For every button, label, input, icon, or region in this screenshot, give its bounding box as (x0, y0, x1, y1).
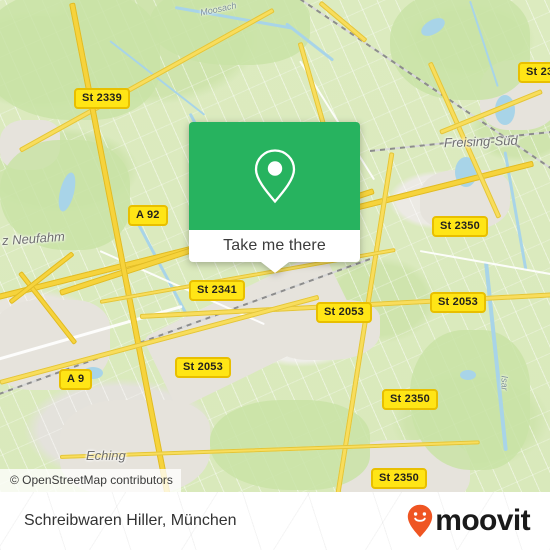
footer-bar: Schreibwaren Hiller, München moovit (0, 492, 550, 550)
take-me-there-label: Take me there (223, 237, 326, 254)
map-canvas[interactable]: St 2339 A 92 St 2341 St 2053 St 2053 St 2053 S… (0, 0, 550, 492)
popup-header (189, 122, 360, 230)
road-shield: A 9 (59, 369, 93, 390)
moovit-logo[interactable]: moovit (407, 504, 531, 538)
road-shield: St 2053 (316, 302, 372, 323)
road-shield: St 23 (518, 62, 550, 83)
moovit-pin-smiley-icon (408, 504, 433, 538)
popup-tail (260, 262, 289, 273)
road-shield: St 2350 (432, 216, 488, 237)
map-place-label: Freising-Süd (443, 132, 518, 151)
moovit-wordmark: moovit (435, 504, 530, 537)
road-shield: St 2350 (382, 389, 438, 410)
map-water-label: Isar (499, 375, 510, 391)
map-forest-area (390, 0, 530, 100)
road-shield: St 2053 (175, 357, 231, 378)
road-shield: St 2350 (371, 468, 427, 489)
road-shield: St 2341 (189, 280, 245, 301)
osm-attribution[interactable]: © OpenStreetMap contributors (0, 469, 181, 492)
take-me-there-button[interactable]: Take me there (189, 230, 360, 262)
road-shield: A 92 (128, 205, 168, 226)
page-title: Schreibwaren Hiller, München (24, 512, 237, 529)
road-shield: St 2053 (430, 292, 486, 313)
location-popup[interactable]: Take me there (189, 122, 360, 273)
map-lake (460, 370, 476, 380)
road-shield: St 2339 (74, 88, 130, 109)
osm-attribution-label: © OpenStreetMap contributors (10, 473, 173, 487)
map-place-label: Eching (86, 448, 126, 463)
map-pin-icon (254, 149, 295, 204)
map-screenshot: St 2339 A 92 St 2341 St 2053 St 2053 St 2053 S… (0, 0, 550, 550)
